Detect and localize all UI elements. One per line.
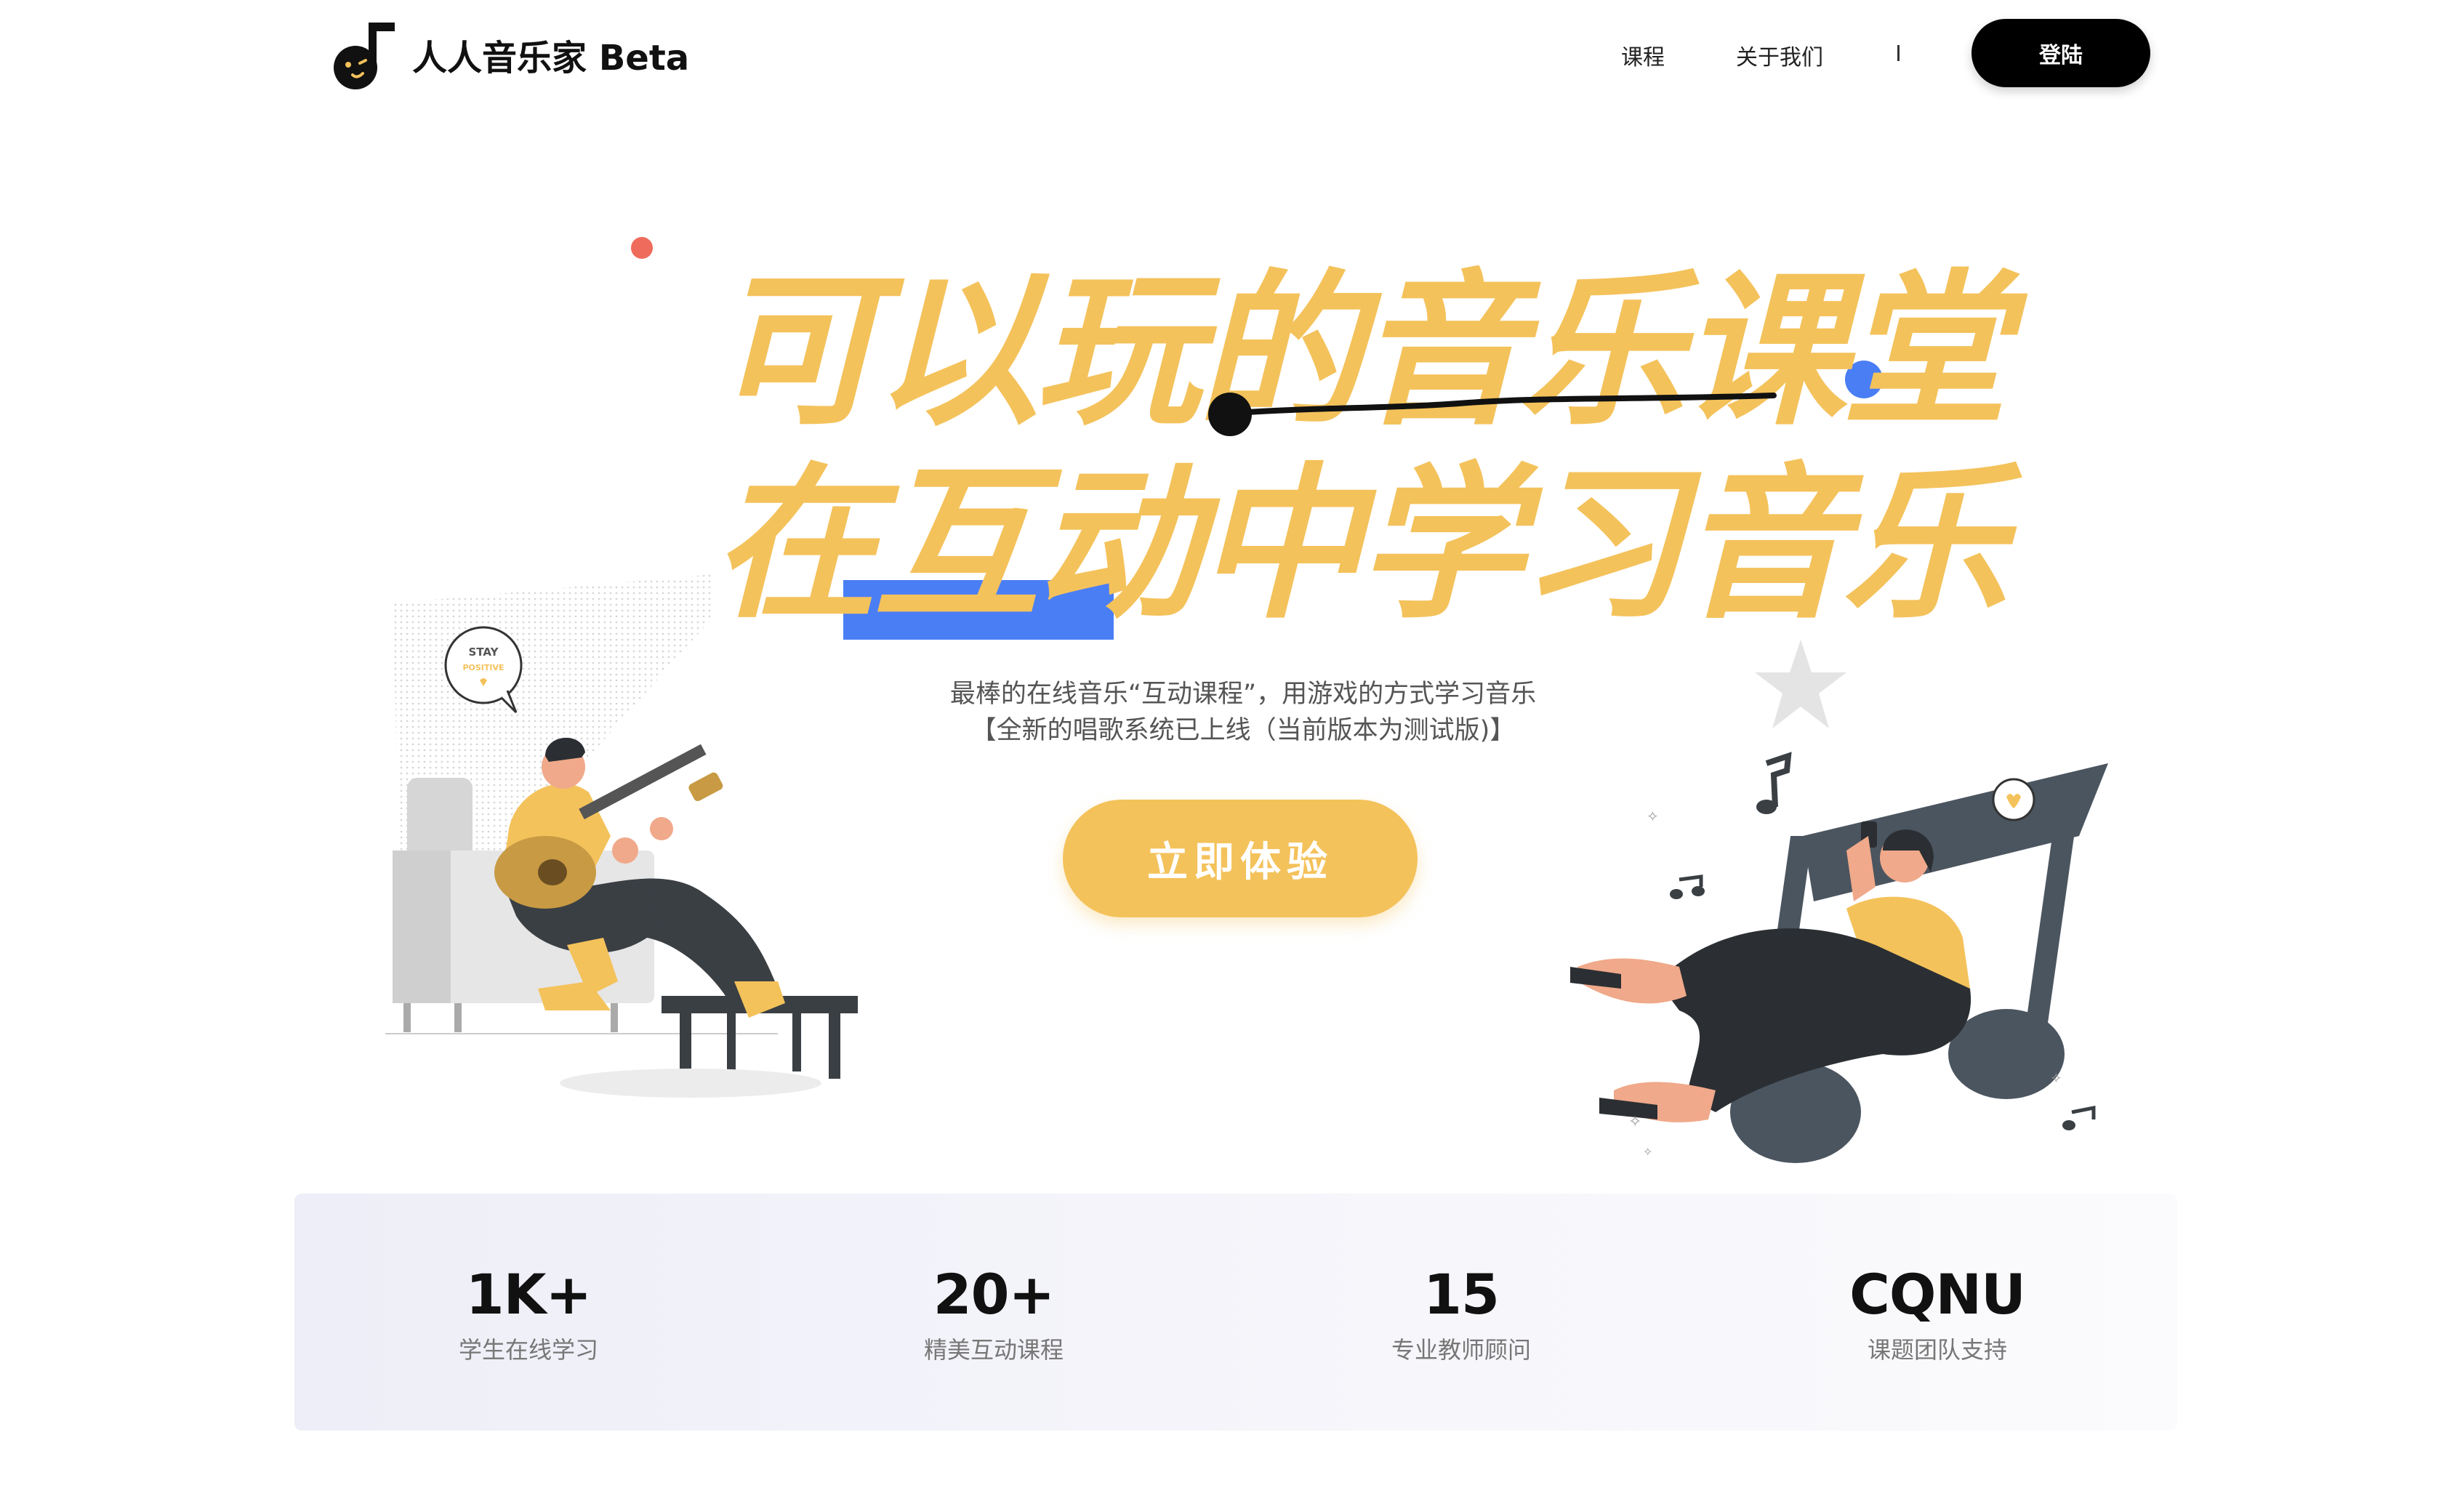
stat-teachers: 15 专业教师顾问 [1309, 1262, 1614, 1365]
stat-label: 学生在线学习 [458, 1336, 598, 1364]
star-icon [1755, 640, 1846, 728]
stat-value: 15 [1423, 1262, 1500, 1327]
guitarist-illustration: STAY POSITIVE [385, 574, 858, 1098]
stat-students: 1K+ 学生在线学习 [376, 1262, 681, 1365]
login-button[interactable]: 登陆 [1971, 19, 2150, 87]
music-listener-illustration: ✧ ✧ ✧ ✧ [1570, 752, 2108, 1163]
nav-divider [1897, 45, 1900, 61]
title-scribble-decoration [1208, 393, 1777, 436]
stat-team: CQNU 课题团队支持 [1785, 1262, 2090, 1365]
brand-name: 人人音乐家 Beta [412, 38, 690, 79]
svg-text:✧: ✧ [2050, 1069, 2062, 1087]
stat-value: 20+ [933, 1262, 1055, 1327]
brand-logo[interactable]: 人人音乐家 Beta [331, 15, 689, 94]
stat-value: CQNU [1849, 1262, 2026, 1327]
stat-label: 课题团队支持 [1867, 1336, 2007, 1364]
stat-label: 专业教师顾问 [1391, 1336, 1531, 1364]
stat-value: 1K+ [465, 1262, 592, 1327]
nav-about[interactable]: 关于我们 [1736, 39, 1823, 71]
svg-text:✧: ✧ [1643, 1145, 1652, 1159]
stat-label: 精美互动课程 [923, 1336, 1064, 1364]
speech-bubble-text-1: STAY [469, 646, 499, 659]
stats-panel: 1K+ 学生在线学习 20+ 精美互动课程 15 专业教师顾问 CQNU 课题团… [294, 1194, 2177, 1431]
site-header: 人人音乐家 Beta 课程 关于我们 登陆 [0, 0, 2444, 109]
try-now-button[interactable]: 立即体验 [1063, 800, 1418, 917]
speech-bubble-text-2: POSITIVE [462, 663, 504, 672]
nav-courses[interactable]: 课程 [1621, 39, 1665, 71]
svg-text:✧: ✧ [1628, 1113, 1641, 1131]
decorative-dot-red [631, 237, 653, 259]
stat-courses: 20+ 精美互动课程 [841, 1262, 1146, 1365]
svg-text:✧: ✧ [1647, 808, 1659, 825]
music-note-logo-icon [334, 23, 395, 89]
